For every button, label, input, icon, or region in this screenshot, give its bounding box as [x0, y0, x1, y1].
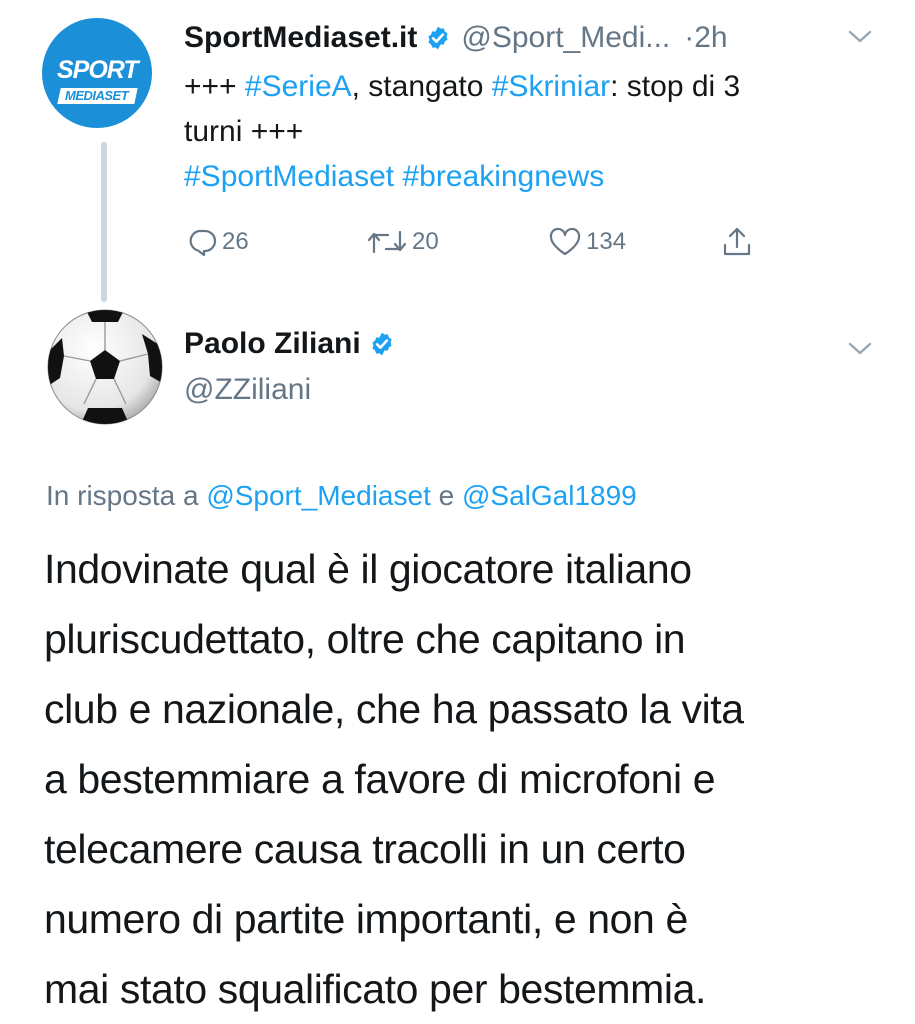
tweet1-text-prefix: +++ — [184, 70, 245, 103]
tweet2-display-name[interactable]: Paolo Ziliani — [184, 327, 361, 361]
reply-to-prefix: In risposta a — [46, 480, 199, 511]
replying-to-line: In risposta a @Sport_Mediaset e @SalGal1… — [46, 474, 637, 518]
tweet2-handle[interactable]: @ZZiliani — [184, 370, 311, 410]
tweet1-display-name[interactable]: SportMediaset.it — [184, 21, 417, 55]
thread-connector-line — [101, 142, 107, 302]
chevron-down-icon[interactable] — [846, 28, 874, 46]
soccer-ball-avatar[interactable] — [46, 308, 164, 426]
sportmediaset-avatar[interactable]: SPORT MEDIASET — [42, 18, 152, 128]
retweet-button[interactable]: 20 — [366, 222, 439, 262]
reply-button[interactable]: 26 — [186, 222, 249, 262]
mention-link[interactable]: @SalGal1899 — [462, 480, 637, 511]
tweet2-body-line: Indovinate qual è il giocatore italiano — [44, 546, 692, 592]
hashtag-link[interactable]: #SportMediaset — [184, 160, 394, 193]
hashtag-link[interactable]: #breakingnews — [402, 160, 604, 193]
verified-badge-icon — [372, 332, 392, 356]
tweet2-body-line: numero di partite importanti, e non è — [44, 896, 688, 942]
tweet2-body-line: pluriscudettato, oltre che capitano in — [44, 616, 686, 662]
hashtag-link[interactable]: #Skriniar — [492, 70, 610, 103]
retweet-icon — [367, 230, 407, 254]
tweet2-body-line: club e nazionale, che ha passato la vita — [44, 686, 744, 732]
tweet1-text-line2: turni +++ — [184, 115, 304, 148]
chevron-down-icon[interactable] — [846, 340, 874, 358]
tweet1-text: +++ #SerieA, stangato #Skriniar: stop di… — [184, 64, 874, 199]
tweet1-header: SportMediaset.it @Sport_Medi... ·2h — [184, 16, 728, 60]
tweet1-timestamp[interactable]: ·2h — [684, 21, 727, 55]
mention-link[interactable]: @Sport_Mediaset — [206, 480, 431, 511]
reply-to-conjunction: e — [438, 480, 455, 511]
tweet1-action-bar: 26 20 134 — [186, 222, 786, 262]
tweet2-header: Paolo Ziliani — [184, 322, 395, 366]
tweet1-text-suffix: : stop di 3 — [610, 70, 741, 103]
heart-icon — [549, 227, 581, 256]
share-button[interactable] — [720, 222, 754, 262]
share-icon — [723, 227, 751, 256]
like-button[interactable]: 134 — [548, 222, 626, 262]
like-count: 134 — [586, 228, 627, 255]
tweet1-handle[interactable]: @Sport_Medi... — [461, 21, 670, 55]
retweet-count: 20 — [412, 228, 439, 255]
verified-badge-icon — [428, 26, 448, 50]
avatar-logo-sport-text: SPORT — [57, 56, 139, 84]
tweet2-body-line: a bestemmiare a favore di microfoni e — [44, 756, 716, 802]
hashtag-link[interactable]: #SerieA — [245, 70, 352, 103]
avatar-logo-mediaset-text: MEDIASET — [65, 88, 129, 103]
tweet2-body-line: mai stato squalificato per bestemmia. — [44, 966, 707, 1012]
tweet1-text-middle: , stangato — [351, 70, 492, 103]
reply-count: 26 — [222, 228, 249, 255]
tweet2-body: Indovinate qual è il giocatore italiano … — [44, 534, 904, 1024]
reply-icon — [189, 229, 217, 257]
tweet2-body-line: telecamere causa tracolli in un certo — [44, 826, 686, 872]
